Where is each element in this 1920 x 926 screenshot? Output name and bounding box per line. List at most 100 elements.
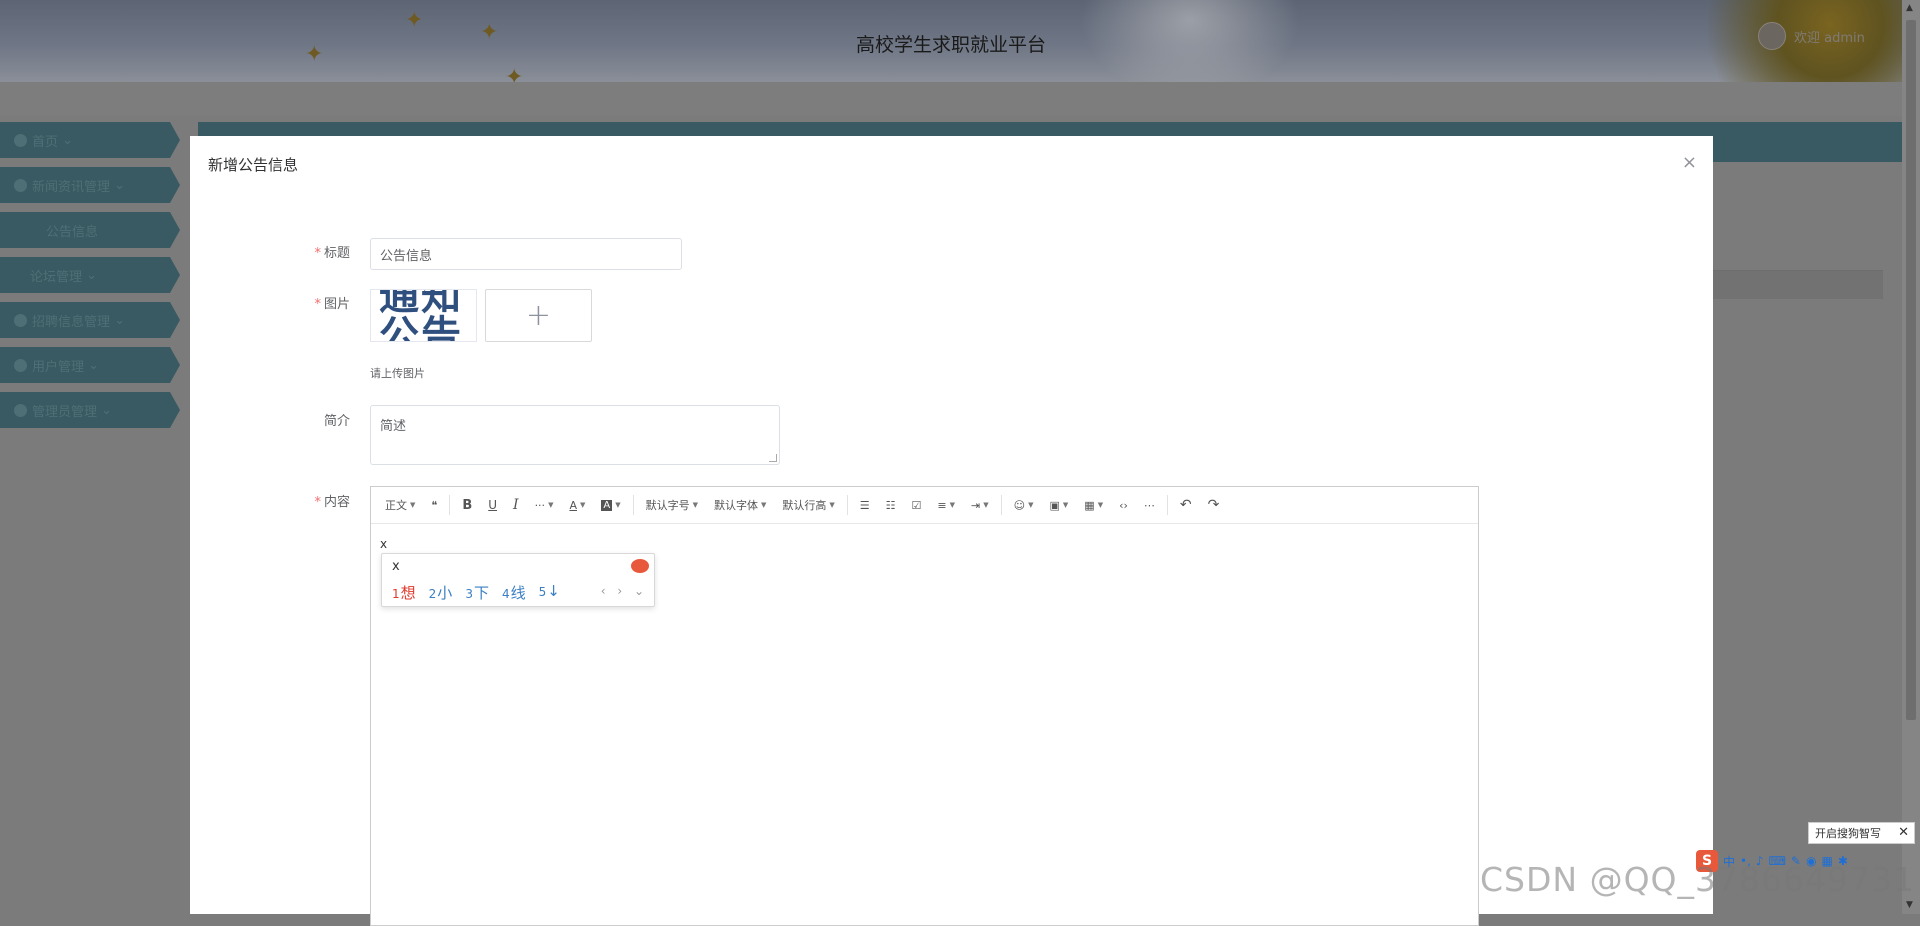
admin-icon [14,403,27,417]
emoji-icon: ☺ [1013,498,1026,512]
sidebar-item-home[interactable]: 首页 ⌄ [0,122,180,158]
undo-button[interactable]: ↶ [1172,493,1200,517]
required-mark: * [314,297,321,312]
ime-page-nav[interactable]: ‹ › ⌄ [601,584,648,598]
sidebar-item-label: 公告信息 [46,224,99,240]
toolbar-divider [632,495,634,515]
close-icon[interactable]: × [1682,152,1697,173]
user-menu[interactable]: 欢迎 admin [1758,22,1865,50]
toolbar-divider [846,495,848,515]
emoji-button[interactable]: ☺ ▼ [1006,493,1042,517]
summary-textarea[interactable]: 简述 [370,405,780,465]
code-button[interactable]: ‹› [1111,493,1136,517]
font-size-select[interactable]: 默认字号 ▼ [638,493,706,517]
sidebar-item-admins[interactable]: 管理员管理 ⌄ [0,392,180,428]
bg-color-button[interactable]: A ▼ [593,493,628,517]
image-icon: ▣ [1049,498,1060,512]
ime-candidate[interactable]: 3下 [465,582,489,603]
editor-content[interactable]: x [380,537,387,551]
font-family-select[interactable]: 默认字体 ▼ [706,493,774,517]
ime-input-text: x [392,559,400,574]
todo-button[interactable]: ☑ [904,493,930,517]
editor-toolbar: 正文 ▼ ❝ B U I ··· ▼ A ▼ A ▼ 默认字号 ▼ 默认字体 ▼ 默认行高 ▼… [371,487,1478,524]
image-label: * 图片 [314,297,350,312]
ime-candidate[interactable]: 2小 [429,582,453,603]
sidebar-item-news[interactable]: 新闻资讯管理 ⌄ [0,167,180,203]
sidebar-item-forum[interactable]: 论坛管理 ⌄ [0,257,180,293]
italic-icon: I [513,497,519,513]
image-button[interactable]: ▣ ▼ [1041,493,1076,517]
sogou-smart-write-tip[interactable]: 开启搜狗智写 ✕ [1808,822,1915,844]
title-input[interactable]: 公告信息 [370,238,682,270]
sidebar-item-label: 管理员管理 [32,404,98,420]
add-notice-dialog: 新增公告信息 × * 标题 公告信息 * 图片 通知公告 + 请上传图片 简介 简述… [190,136,1713,926]
home-icon [14,133,27,147]
align-button[interactable]: ≡ ▼ [929,493,963,517]
ime-candidate[interactable]: 4线 [502,582,526,603]
sidebar-item-users[interactable]: 用户管理 ⌄ [0,347,180,383]
uploaded-image-thumbnail[interactable]: 通知公告 [370,289,477,342]
sogou-tip-text: 开启搜狗智写 [1815,827,1881,840]
ime-candidate[interactable]: 1想 [392,582,416,603]
ime-candidate-popup: x 1想 2小 3下 4线 5↓ ‹ › ⌄ [381,553,655,607]
checkbox-icon: ☑ [911,498,922,512]
more-style-button[interactable]: ··· ▼ [527,493,562,517]
required-mark: * [314,495,321,510]
sidebar-item-label: 首页 [32,134,59,150]
undo-icon: ↶ [1179,497,1192,513]
site-header: ✦ ✦ ✦ ✦ 高校学生求职就业平台 欢迎 admin [0,0,1902,82]
quote-icon: ❝ [431,498,438,512]
image-thumbnail-text: 通知公告 [379,289,463,342]
indent-icon: ⇥ [971,498,981,512]
divider-button[interactable]: ⋯ [1136,493,1163,517]
resize-grip-icon[interactable] [769,454,777,462]
content-table-edge [1713,270,1883,299]
close-icon[interactable]: ✕ [1898,825,1909,840]
upload-image-button[interactable]: + [485,289,592,342]
scroll-up-icon[interactable]: ▲ [1906,3,1913,13]
title-label: * 标题 [314,246,350,261]
site-title: 高校学生求职就业平台 [855,34,1046,56]
indent-button[interactable]: ⇥ ▼ [963,493,997,517]
sidebar-item-notice[interactable]: 公告信息 [0,212,180,248]
table-button[interactable]: ▦ ▼ [1076,493,1111,517]
italic-button[interactable]: I [505,493,527,517]
code-icon: ‹› [1119,498,1128,512]
divider-icon: ⋯ [1143,498,1155,512]
scrollbar-thumb[interactable] [1906,20,1916,720]
underline-icon: U [488,498,498,512]
welcome-text: 欢迎 admin [1794,30,1865,46]
image-upload-hint: 请上传图片 [370,367,425,380]
avatar[interactable] [1758,22,1786,50]
sidebar-item-jobs[interactable]: 招聘信息管理 ⌄ [0,302,180,338]
sidebar-item-label: 论坛管理 [30,269,83,285]
align-icon: ≡ [937,498,947,512]
ime-candidate[interactable]: 5↓ [539,582,560,603]
quote-button[interactable]: ❝ [423,493,445,517]
redo-button[interactable]: ↷ [1200,493,1228,517]
title-input-value: 公告信息 [380,248,433,264]
scroll-down-icon[interactable]: ▼ [1906,900,1913,910]
required-mark: * [314,246,321,261]
content-label: * 内容 [314,495,350,510]
page-scrollbar[interactable]: ▲ ▼ [1902,0,1920,914]
ime-candidate-list: 1想 2小 3下 4线 5↓ [392,582,560,603]
job-icon [14,313,27,327]
line-height-select[interactable]: 默认行高 ▼ [774,493,842,517]
bold-button[interactable]: B [454,493,480,517]
csdn-watermark: CSDN @QQ_3786649731 [1480,860,1915,899]
news-icon [14,178,27,192]
header-subbar [0,82,1902,116]
underline-button[interactable]: U [480,493,505,517]
font-color-button[interactable]: A ▼ [561,493,593,517]
font-color-icon: A [569,498,577,512]
dialog-title: 新增公告信息 [208,156,299,174]
paragraph-select[interactable]: 正文 ▼ [377,493,423,517]
more-icon: ··· [534,498,546,512]
sidebar: 首页 ⌄ 新闻资讯管理 ⌄ 公告信息 论坛管理 ⌄ 招聘信息管理 ⌄ 用户管理 … [0,122,180,437]
bullet-list-button[interactable]: ☰ [852,493,878,517]
numbered-list-button[interactable]: ☷ [878,493,904,517]
ime-skin-icon[interactable] [631,559,649,573]
summary-label: 简介 [323,414,350,429]
bold-icon: B [462,497,473,513]
